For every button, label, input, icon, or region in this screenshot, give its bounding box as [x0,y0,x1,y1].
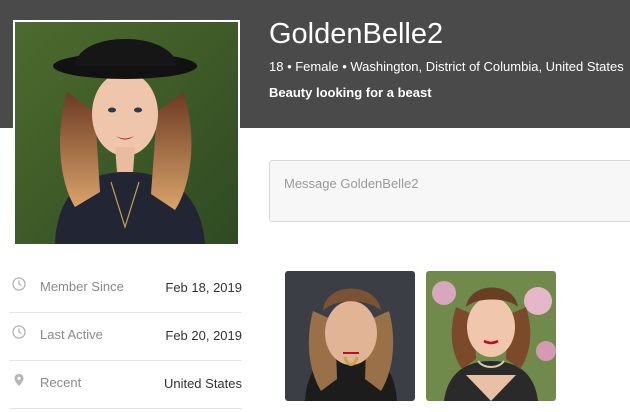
info-label: Last Active [40,327,103,342]
info-value: Feb 18, 2019 [165,280,242,295]
info-row-member-since: Member Since Feb 18, 2019 [10,265,242,313]
gallery-photo-image [285,271,415,401]
message-input[interactable] [269,160,630,222]
info-label: Member Since [40,279,124,294]
gallery-photo-2[interactable] [426,271,556,401]
clock-icon [12,277,26,291]
info-row-last-active: Last Active Feb 20, 2019 [10,313,242,361]
gallery-photo-1[interactable] [285,271,415,401]
info-value: United States [163,376,242,391]
profile-photo-image [15,22,238,244]
info-row-recent: Recent United States [10,361,242,409]
profile-info-list: Member Since Feb 18, 2019 Last Active Fe… [10,265,242,409]
profile-photo[interactable] [13,20,240,246]
gallery-photo-image [426,271,556,401]
info-label: Recent [40,375,82,390]
location-pin-icon [14,374,24,386]
profile-tagline: Beauty looking for a beast [269,85,432,100]
profile-username: GoldenBelle2 [269,18,444,50]
profile-demographics: 18 • Female • Washington, District of Co… [269,59,624,74]
clock-icon [12,325,26,339]
info-value: Feb 20, 2019 [165,328,242,343]
